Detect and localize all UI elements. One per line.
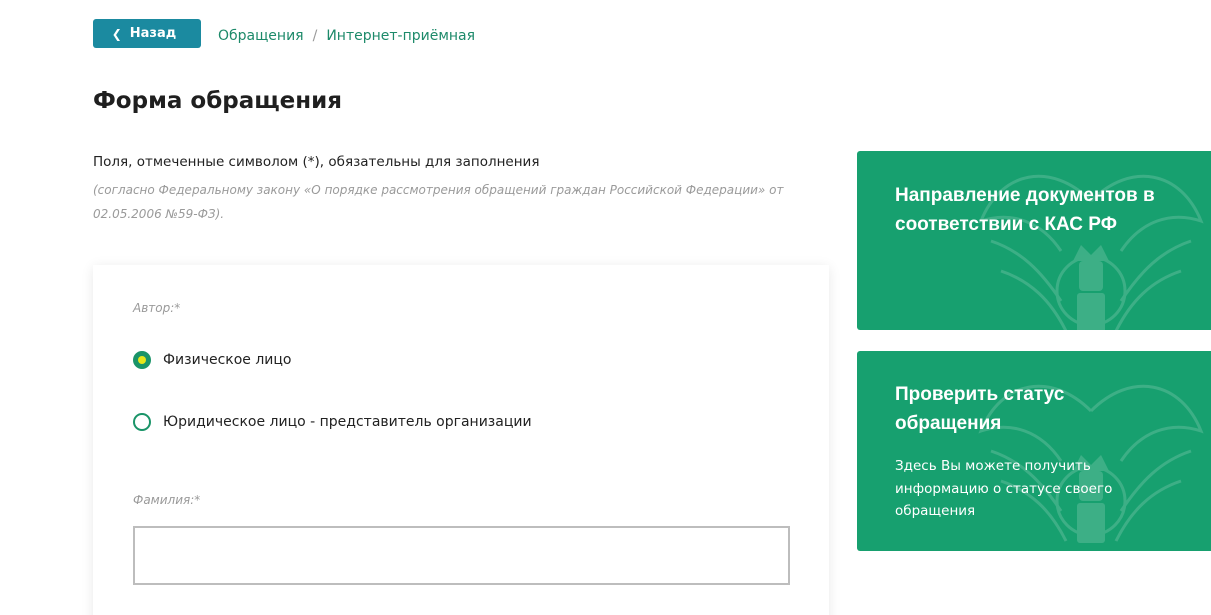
surname-label: Фамилия:* (133, 493, 201, 507)
check-status-description: Здесь Вы можете получить информацию о ст… (895, 458, 1113, 519)
law-reference-note: (согласно Федеральному закону «О порядке… (93, 183, 784, 221)
check-status-card[interactable]: Проверить статус обращения Здесь Вы може… (857, 351, 1211, 551)
kas-documents-title: Направление документов в соответствии с … (895, 185, 1155, 235)
page: ❮ Назад Обращения / Интернет-приёмная Фо… (0, 0, 1211, 615)
back-button-label: Назад (129, 26, 177, 41)
radio-legal-entity-label: Юридическое лицо - представитель организ… (163, 414, 532, 430)
author-label: Автор:* (133, 301, 181, 315)
page-title: Форма обращения (93, 88, 343, 114)
breadcrumb-item-appeals[interactable]: Обращения (218, 28, 304, 44)
breadcrumb-separator: / (312, 28, 318, 44)
chevron-left-icon: ❮ (111, 26, 122, 41)
check-status-title: Проверить статус обращения (895, 384, 1065, 434)
radio-unchecked-icon (133, 413, 151, 431)
radio-legal-entity[interactable]: Юридическое лицо - представитель организ… (133, 413, 532, 431)
emblem-icon (978, 174, 1204, 330)
surname-input[interactable] (133, 526, 790, 585)
breadcrumb: Обращения / Интернет-приёмная (218, 28, 475, 44)
back-button[interactable]: ❮ Назад (93, 19, 201, 48)
radio-individual[interactable]: Физическое лицо (133, 351, 292, 369)
radio-individual-label: Физическое лицо (163, 352, 292, 368)
appeal-form: Автор:* Физическое лицо Юридическое лицо… (93, 265, 829, 615)
breadcrumb-item-internet-reception[interactable]: Интернет-приёмная (326, 28, 475, 44)
kas-documents-card[interactable]: Направление документов в соответствии с … (857, 151, 1211, 330)
radio-checked-icon (133, 351, 151, 369)
required-fields-note: Поля, отмеченные символом (*), обязатель… (93, 154, 540, 170)
